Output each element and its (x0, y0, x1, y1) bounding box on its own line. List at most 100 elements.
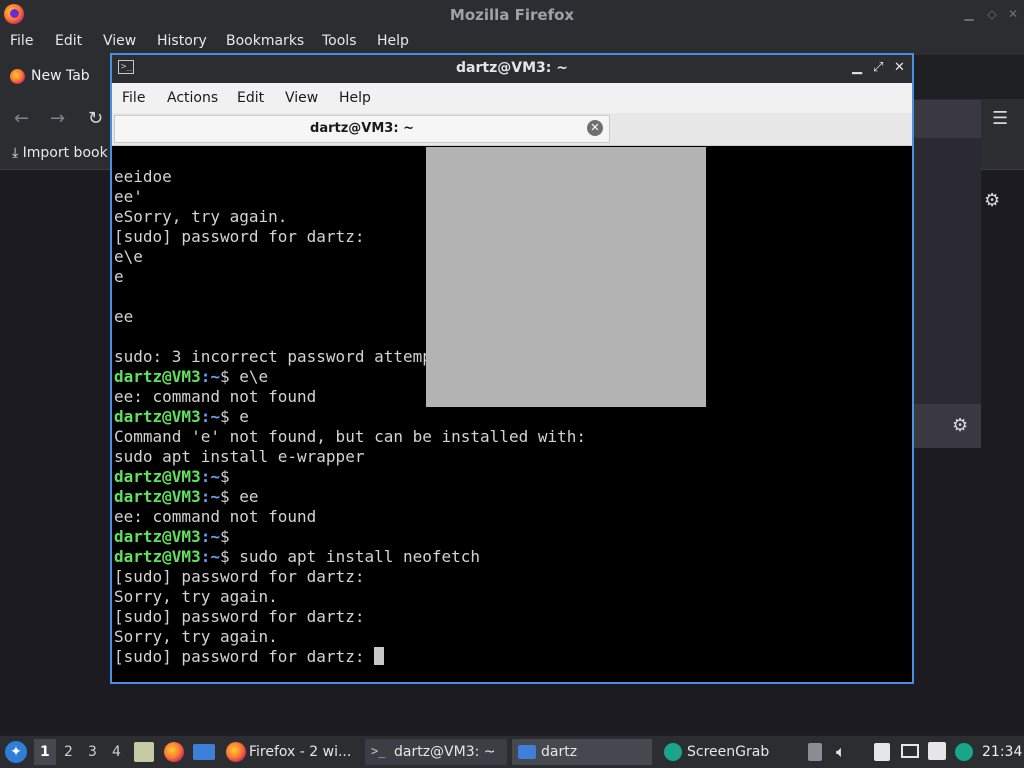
ff-menu-file[interactable]: File (10, 33, 33, 49)
output-text: eeidoe (114, 167, 172, 186)
taskbar: ✦ 1 2 3 4 Firefox - 2 wi... >_ dartz@VM3… (0, 736, 1024, 768)
clock[interactable]: 21:34 (982, 744, 1022, 760)
clipboard-tray-icon[interactable] (808, 743, 822, 761)
firefox-window-title: Mozilla Firefox (449, 6, 575, 24)
terminal-line: dartz@VM3:~$ (114, 467, 586, 487)
app-menu-icon[interactable]: ☰ (992, 108, 1008, 129)
prompt-user: dartz@VM3 (114, 367, 201, 386)
import-bookmarks-button[interactable]: ⤓ Import book (12, 145, 108, 161)
task-screengrab[interactable]: ScreenGrab (658, 739, 800, 765)
prompt-path: :~ (200, 367, 220, 386)
prompt-user: dartz@VM3 (114, 487, 201, 506)
screengrab-icon (664, 743, 682, 761)
terminal-icon: >_ (371, 744, 386, 758)
task-files[interactable]: dartz (512, 739, 652, 765)
prompt-path: :~ (200, 407, 220, 426)
workspace-2[interactable]: 2 (64, 744, 73, 760)
forward-icon[interactable]: → (50, 108, 65, 129)
firefox-menubar: File Edit View History Bookmarks Tools H… (0, 29, 1024, 55)
firefox-panel-header (914, 100, 981, 138)
term-menu-actions[interactable]: Actions (167, 90, 218, 106)
terminal-line: dartz@VM3:~$ (114, 527, 586, 547)
task-firefox-label: Firefox - 2 wi... (249, 744, 352, 760)
output-text: Command 'e' not found, but can be instal… (114, 427, 587, 446)
term-menu-help[interactable]: Help (339, 90, 371, 106)
maximize-icon[interactable]: ◇ (985, 7, 999, 21)
ff-menu-bookmarks[interactable]: Bookmarks (226, 33, 304, 49)
text-cursor (374, 647, 385, 665)
output-text: [sudo] password for dartz: (114, 227, 365, 246)
firefox-icon (226, 742, 246, 762)
network-tray-icon[interactable] (928, 742, 946, 760)
output-text: e\e (114, 247, 143, 266)
minimize-icon[interactable]: ▁ (962, 7, 976, 21)
output-text: sudo apt install e-wrapper (114, 447, 365, 466)
minimize-icon[interactable]: ▁ (852, 60, 862, 75)
ff-menu-edit[interactable]: Edit (55, 33, 82, 49)
reload-icon[interactable]: ↻ (88, 108, 103, 129)
ff-menu-view[interactable]: View (103, 33, 136, 49)
firefox-favicon-icon (10, 69, 25, 84)
gear-icon[interactable]: ⚙ (952, 415, 968, 436)
notes-tray-icon[interactable] (874, 743, 890, 761)
command-text: $ (219, 467, 230, 486)
ff-menu-history[interactable]: History (157, 33, 207, 49)
task-firefox[interactable]: Firefox - 2 wi... (222, 739, 360, 765)
task-terminal-label: dartz@VM3: ~ (394, 744, 496, 760)
terminal-line: dartz@VM3:~$ sudo apt install neofetch (114, 547, 586, 567)
prompt-user: dartz@VM3 (114, 547, 201, 566)
file-manager-launcher-icon[interactable] (134, 742, 154, 762)
close-tab-icon[interactable]: ✕ (587, 120, 603, 136)
output-text: ee (114, 307, 134, 326)
terminal-menubar: File Actions Edit View Help (112, 83, 912, 113)
import-bookmarks-label: Import book (22, 145, 108, 161)
task-screengrab-label: ScreenGrab (687, 744, 770, 760)
output-text: [sudo] password for dartz: (114, 647, 375, 666)
workspace-1[interactable]: 1 (40, 744, 50, 760)
output-text: ee: command not found (114, 387, 317, 406)
terminal-line: dartz@VM3:~$ e (114, 407, 586, 427)
gray-overlay (426, 147, 706, 407)
term-menu-view[interactable]: View (285, 90, 318, 106)
term-menu-edit[interactable]: Edit (237, 90, 264, 106)
output-text: sudo: 3 incorrect password attempts (114, 347, 452, 366)
output-text: ee' (114, 187, 143, 206)
output-text: Sorry, try again. (114, 627, 278, 646)
terminal-tabbar: dartz@VM3: ~ ✕ (112, 113, 912, 146)
back-icon[interactable]: ← (14, 108, 29, 129)
firefox-tab[interactable]: New Tab (0, 55, 112, 99)
ff-menu-tools[interactable]: Tools (322, 33, 357, 49)
command-text: $ sudo apt install neofetch (219, 547, 481, 566)
workspace-3[interactable]: 3 (88, 744, 97, 760)
ff-menu-help[interactable]: Help (377, 33, 409, 49)
volume-icon[interactable]: 🔈︎ (836, 742, 846, 762)
display-tray-icon[interactable] (901, 744, 919, 758)
terminal-line: Sorry, try again. (114, 587, 586, 607)
desktop-launcher-icon[interactable] (193, 744, 215, 760)
prompt-user: dartz@VM3 (114, 407, 201, 426)
term-menu-file[interactable]: File (122, 90, 145, 106)
prompt-user: dartz@VM3 (114, 527, 201, 546)
output-text: ee: command not found (114, 507, 317, 526)
terminal-window-title: dartz@VM3: ~ (456, 60, 568, 76)
firefox-launcher-icon[interactable] (164, 742, 184, 762)
task-terminal[interactable]: >_ dartz@VM3: ~ (365, 739, 507, 765)
command-text: $ (219, 527, 230, 546)
workspace-4[interactable]: 4 (112, 744, 121, 760)
terminal-tab-label: dartz@VM3: ~ (310, 121, 414, 136)
close-icon[interactable]: ✕ (1006, 7, 1020, 21)
maximize-icon[interactable]: ⤢ (873, 60, 883, 75)
start-menu-icon[interactable]: ✦ (5, 741, 27, 763)
terminal-tab[interactable]: dartz@VM3: ~ ✕ (114, 115, 610, 143)
terminal-output[interactable]: eeidoe ee' eSorry, try again. [sudo] passwo… (114, 147, 910, 682)
prompt-path: :~ (200, 547, 220, 566)
terminal-line: [sudo] password for dartz: (114, 567, 586, 587)
firefox-newtab-panel (914, 100, 981, 448)
gear-icon[interactable]: ⚙ (984, 190, 1000, 211)
screengrab-tray-icon[interactable] (955, 743, 973, 761)
terminal-line: [sudo] password for dartz: (114, 647, 586, 667)
output-text: [sudo] password for dartz: (114, 607, 365, 626)
close-icon[interactable]: ✕ (894, 60, 905, 75)
terminal-window: >_ dartz@VM3: ~ ▁ ⤢ ✕ File Actions Edit … (110, 53, 914, 684)
command-text: $ e (219, 407, 249, 426)
